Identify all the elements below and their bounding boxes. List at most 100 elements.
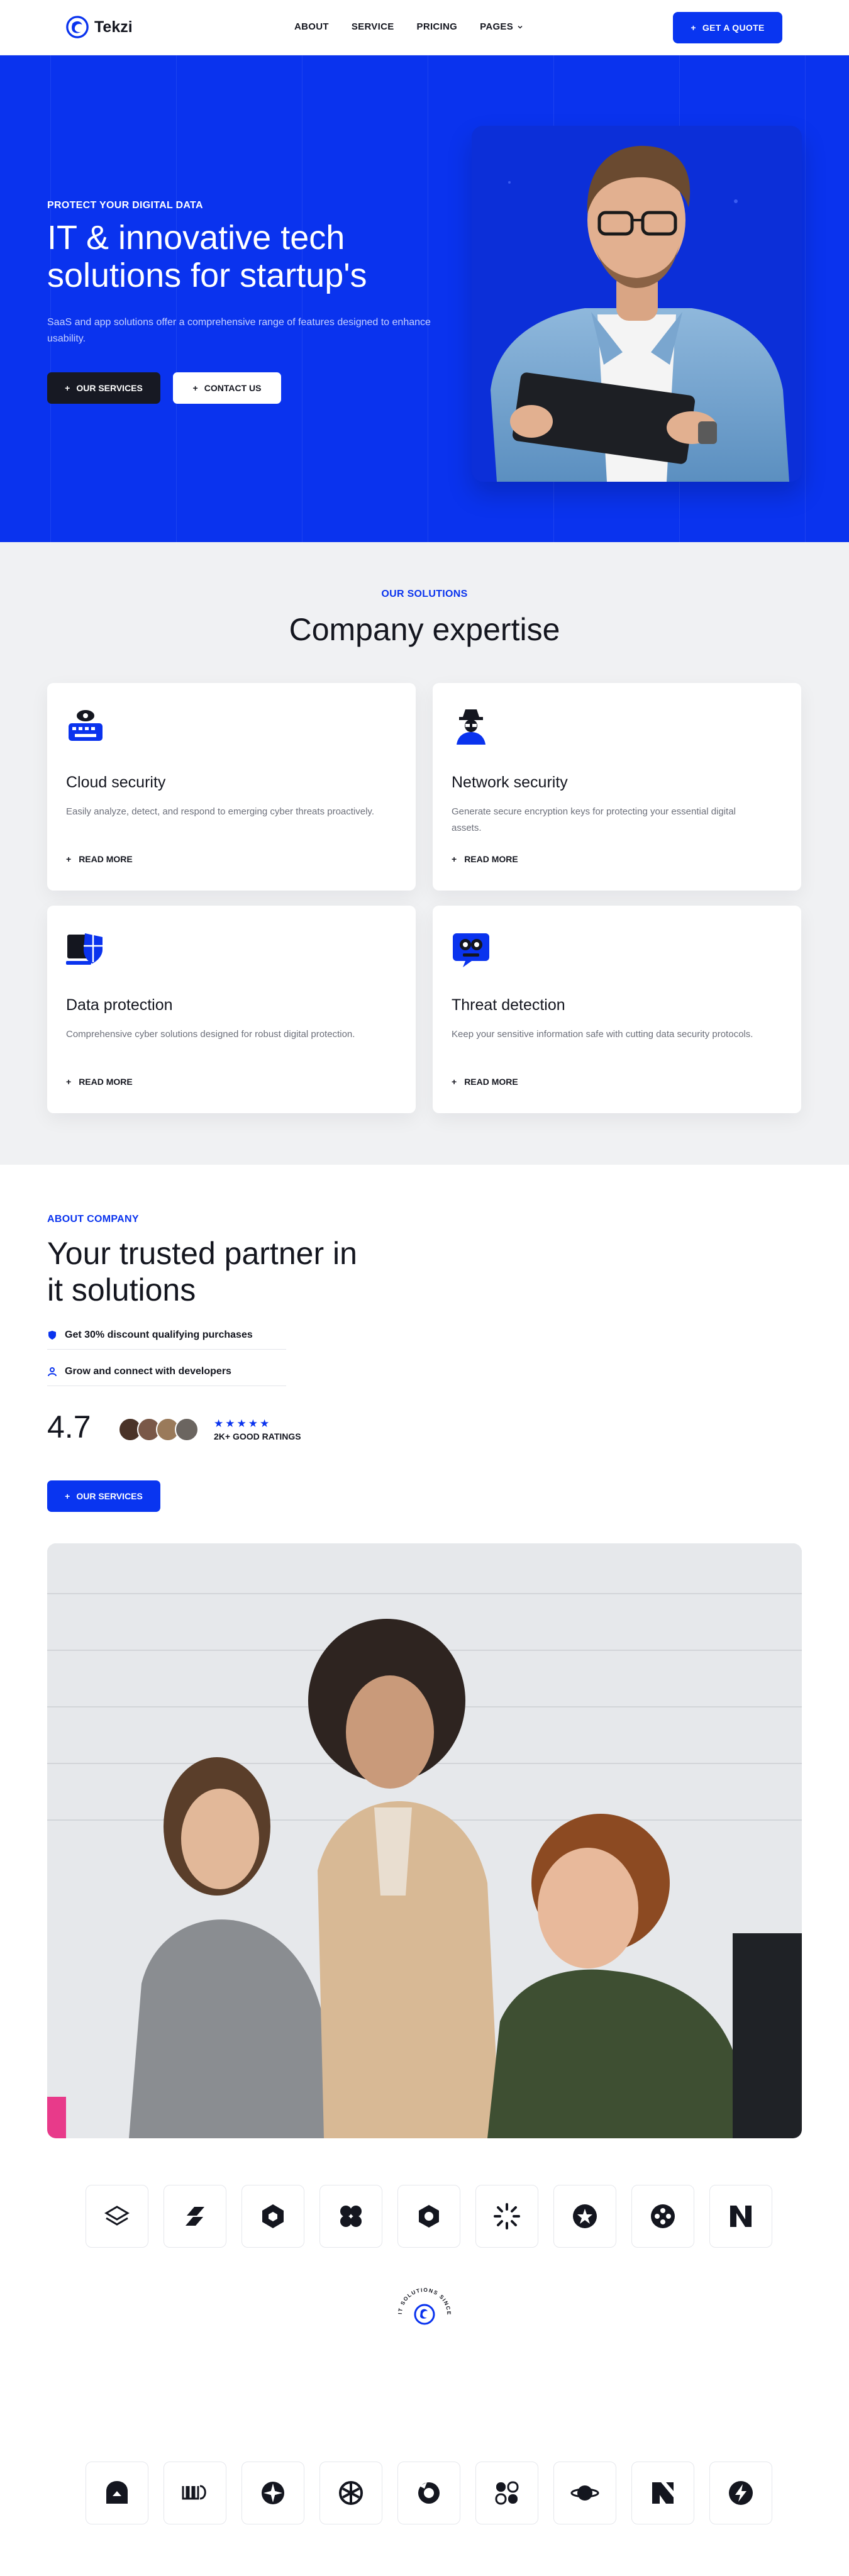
solutions-eyebrow: OUR SOLUTIONS xyxy=(381,589,468,599)
card-threat-detection[interactable]: Threat detection Keep your sensitive inf… xyxy=(433,906,801,1113)
bolt-circle-logo-icon xyxy=(729,2481,753,2505)
brand-logos-row-1 xyxy=(86,2185,772,2248)
logo-text: Tekzi xyxy=(94,18,133,36)
brand-logo xyxy=(631,2462,694,2524)
plus-icon: + xyxy=(65,383,70,393)
logo-mark-icon xyxy=(66,16,89,38)
about-eyebrow: ABOUT COMPANY xyxy=(47,1214,139,1224)
nav-service[interactable]: SERVICE xyxy=(352,21,394,32)
card-description: Comprehensive cyber solutions designed f… xyxy=(66,1029,355,1040)
rating-text: 2K+ GOOD RATINGS xyxy=(214,1431,301,1441)
team-photo xyxy=(47,1543,802,2138)
plus-icon: + xyxy=(66,1077,72,1087)
rotating-text-badge: IT SOLUTIONS SINCE xyxy=(397,2287,452,2325)
rating-stars: ★★★★★ xyxy=(214,1418,272,1430)
sunburst-logo-icon xyxy=(494,2203,520,2229)
plus-icon: + xyxy=(691,23,696,33)
card-title: Data protection xyxy=(66,996,173,1014)
brand-logo xyxy=(164,2462,226,2524)
ring-logo-icon xyxy=(418,2482,440,2504)
our-services-label: OUR SERVICES xyxy=(76,383,143,393)
plus-icon: + xyxy=(192,383,198,393)
man-with-tablet-illustration xyxy=(491,145,789,482)
about-services-button[interactable]: + OUR SERVICES xyxy=(47,1480,160,1512)
plus-icon: + xyxy=(452,854,457,864)
nav-about[interactable]: ABOUT xyxy=(294,21,329,32)
brand-logo xyxy=(553,2462,616,2524)
clover-logo-icon xyxy=(340,2206,362,2227)
quad-dot-logo-icon xyxy=(651,2204,675,2228)
about-title: Your trusted partner in it solutions xyxy=(47,1236,357,1307)
brand-logo xyxy=(475,2462,538,2524)
read-more-label: READ MORE xyxy=(79,1077,133,1087)
read-more-label: READ MORE xyxy=(464,854,518,864)
hero-image xyxy=(472,126,802,482)
get-quote-button[interactable]: + GET A QUOTE xyxy=(673,12,782,43)
nav-pricing[interactable]: PRICING xyxy=(417,21,458,32)
contact-us-label: CONTACT US xyxy=(204,383,262,393)
our-services-button[interactable]: + OUR SERVICES xyxy=(47,372,160,404)
n-mark-logo-icon xyxy=(730,2206,752,2227)
about-item-label: Grow and connect with developers xyxy=(65,1365,231,1377)
read-more-link[interactable]: + READ MORE xyxy=(66,854,133,864)
brand-logo xyxy=(475,2185,538,2248)
card-data-protection[interactable]: Data protection Comprehensive cyber solu… xyxy=(47,906,416,1113)
svg-text:IT SOLUTIONS SINCE: IT SOLUTIONS SINCE xyxy=(397,2287,452,2316)
bolt-shape-logo-icon xyxy=(186,2207,204,2226)
card-title: Threat detection xyxy=(452,996,565,1014)
about-item-grow: Grow and connect with developers xyxy=(47,1357,286,1386)
brand-logo xyxy=(241,2185,304,2248)
arch-logo-icon xyxy=(106,2481,128,2504)
avatar xyxy=(175,1418,199,1441)
solutions-section: OUR SOLUTIONS Company expertise Cloud se… xyxy=(0,542,849,1165)
read-more-label: READ MORE xyxy=(79,854,133,864)
hex-ring-logo-icon xyxy=(419,2205,439,2228)
read-more-link[interactable]: + READ MORE xyxy=(66,1077,133,1087)
cloud-security-icon xyxy=(69,710,103,741)
brand-logos-row-2 xyxy=(86,2462,772,2524)
card-cloud-security[interactable]: Cloud security Easily analyze, detect, a… xyxy=(47,683,416,891)
flower-logo-icon xyxy=(495,2481,519,2505)
person-icon xyxy=(48,1367,57,1376)
main-nav: ABOUT SERVICE PRICING PAGES xyxy=(294,21,523,32)
badge-text: IT SOLUTIONS SINCE xyxy=(397,2287,452,2316)
hexagon-logo-icon xyxy=(262,2204,284,2228)
read-more-link[interactable]: + READ MORE xyxy=(452,854,518,864)
solutions-title: Company expertise xyxy=(289,612,560,647)
plus-icon: + xyxy=(65,1491,70,1501)
nav-pages-label: PAGES xyxy=(480,21,514,32)
brand-logo xyxy=(709,2462,772,2524)
knot-logo-icon xyxy=(339,2481,363,2505)
hero-title: IT & innovative tech solutions for start… xyxy=(47,219,367,294)
compass-logo-icon xyxy=(262,2482,284,2504)
plus-icon: + xyxy=(66,854,72,864)
plus-icon: + xyxy=(452,1077,457,1087)
angular-n-logo-icon xyxy=(652,2482,674,2504)
brand-logo xyxy=(86,2185,148,2248)
about-item-discount: Get 30% discount qualifying purchases xyxy=(47,1321,286,1350)
wave-letters-logo-icon xyxy=(182,2485,206,2500)
data-protection-icon xyxy=(66,933,103,965)
logo[interactable]: Tekzi xyxy=(65,15,133,39)
brand-logo xyxy=(709,2185,772,2248)
shield-icon xyxy=(48,1330,56,1340)
brand-logo xyxy=(631,2185,694,2248)
hero-eyebrow: PROTECT YOUR DIGITAL DATA xyxy=(47,200,203,211)
saturn-logo-icon xyxy=(570,2485,599,2501)
contact-us-button[interactable]: + CONTACT US xyxy=(173,372,281,404)
get-quote-label: GET A QUOTE xyxy=(702,23,765,33)
brand-logo xyxy=(86,2462,148,2524)
network-security-icon xyxy=(457,709,486,745)
hero-subtitle: SaaS and app solutions offer a comprehen… xyxy=(47,317,431,344)
chevron-down-icon xyxy=(518,25,523,29)
hero-section: PROTECT YOUR DIGITAL DATA IT & innovativ… xyxy=(0,55,849,542)
threat-detection-icon xyxy=(453,933,489,967)
card-network-security[interactable]: Network security Generate secure encrypt… xyxy=(433,683,801,891)
read-more-link[interactable]: + READ MORE xyxy=(452,1077,518,1087)
stack-logo-icon xyxy=(104,2206,130,2226)
card-title: Network security xyxy=(452,774,568,791)
nav-pages[interactable]: PAGES xyxy=(480,21,523,32)
brand-logo xyxy=(397,2185,460,2248)
brand-logo xyxy=(319,2462,382,2524)
rating-number: 4.7 xyxy=(47,1409,91,1445)
